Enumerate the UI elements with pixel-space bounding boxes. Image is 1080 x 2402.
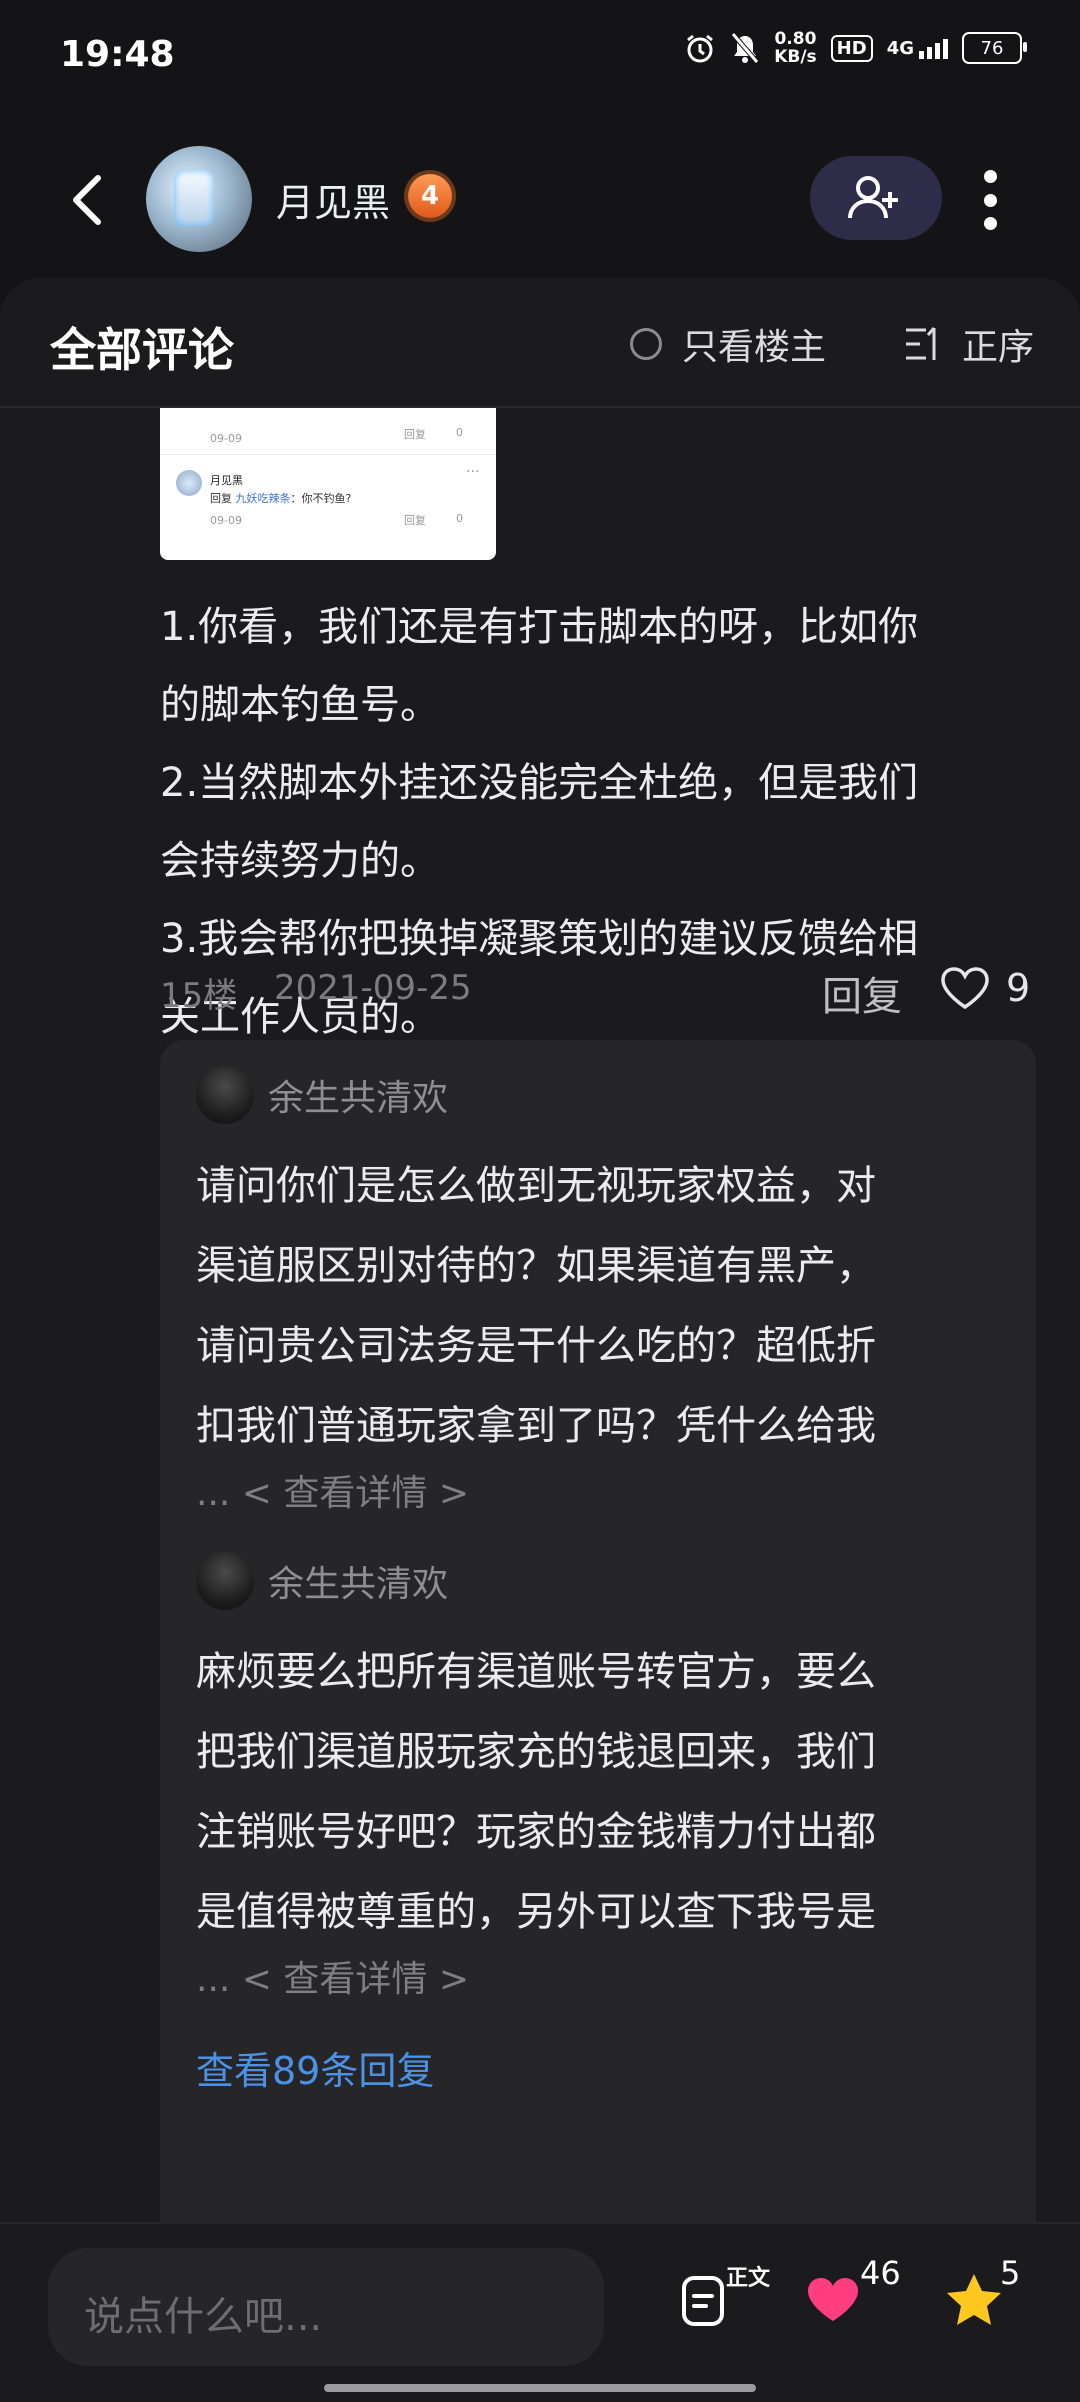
thumb-reply-target: 九妖吃辣条 — [235, 492, 291, 505]
sort-toggle[interactable]: 正序 — [904, 318, 1034, 370]
thumb-reply-2: 回复 — [404, 514, 426, 527]
reply-line: 是值得被尊重的，另外可以查下我号是 — [196, 1889, 876, 1935]
reply-item[interactable]: 余生共清欢 麻烦要么把所有渠道账号转官方，要么 把我们渠道服玩家充的钱退回来，我… — [196, 1548, 1016, 2008]
reply-text: 麻烦要么把所有渠道账号转官方，要么 把我们渠道服玩家充的钱退回来，我们 注销账号… — [196, 1632, 1016, 1952]
reply-line: 麻烦要么把所有渠道账号转官方，要么 — [196, 1649, 876, 1695]
see-detail-link[interactable]: ... < 查看详情 > — [196, 1952, 1016, 2008]
network-speed-unit: KB/s — [774, 47, 817, 67]
thumb-avatar — [176, 470, 202, 496]
comments-title: 全部评论 — [50, 323, 234, 377]
home-indicator[interactable] — [324, 2384, 756, 2392]
author-name[interactable]: 月见黑 — [276, 172, 390, 227]
star-total: 5 — [1000, 2254, 1021, 2292]
comment-line: 2.当然脚本外挂还没能完全杜绝，但是我们 — [160, 760, 919, 806]
reply-line: 渠道服区别对待的？如果渠道有黑产， — [196, 1243, 876, 1289]
post-author-bar: 月见黑 4 — [0, 130, 1080, 270]
comment-input[interactable]: 说点什么吧... — [48, 2248, 604, 2366]
network-speed: 0.80 KB/s — [774, 30, 816, 66]
thumb-reply: 回复 — [404, 428, 426, 441]
reply-line: 把我们渠道服玩家充的钱退回来，我们 — [196, 1729, 876, 1775]
owner-only-radio[interactable] — [630, 328, 662, 360]
network-speed-value: 0.80 — [774, 29, 817, 49]
comment-input-placeholder: 说点什么吧... — [84, 2294, 323, 2340]
thumb-reply-line: 回复 九妖吃辣条：你不钓鱼? — [210, 490, 351, 506]
owner-only-toggle[interactable]: 只看楼主 — [630, 318, 826, 370]
thumb-likes-2: 0 — [456, 512, 463, 525]
reply-button[interactable]: 回复 — [822, 964, 902, 1022]
back-arrow-icon[interactable] — [60, 170, 120, 230]
comment-line: 的脚本钓鱼号。 — [160, 682, 440, 728]
reply-line: 注销账号好吧？玩家的金钱精力付出都 — [196, 1809, 876, 1855]
comment-image[interactable]: 09-09 回复 0 月见黑 ··· 回复 九妖吃辣条：你不钓鱼? 09-09 … — [160, 408, 496, 560]
thumb-likes: 0 — [456, 426, 463, 439]
bottom-action-bar: 说点什么吧... 正文 46 5 — [0, 2222, 1080, 2402]
replies-card: 余生共清欢 请问你们是怎么做到无视玩家权益，对 渠道服区别对待的？如果渠道有黑产… — [160, 1040, 1036, 2298]
alarm-icon — [687, 34, 714, 63]
see-detail-link[interactable]: ... < 查看详情 > — [196, 1466, 1016, 1522]
reply-line: 请问贵公司法务是干什么吃的？超低折 — [196, 1323, 876, 1369]
view-all-replies-link[interactable]: 查看89条回复 — [196, 2040, 434, 2095]
signal-icon: 4G — [887, 38, 948, 59]
status-time: 19:48 — [60, 34, 175, 75]
thumb-name: 月见黑 — [210, 474, 243, 487]
reply-author[interactable]: 余生共清欢 — [268, 1069, 448, 1121]
hd-badge: HD — [830, 34, 873, 62]
avatar[interactable] — [196, 1066, 254, 1124]
reply-author[interactable]: 余生共清欢 — [268, 1555, 448, 1607]
like-count: 9 — [1006, 966, 1031, 1010]
document-label: 正文 — [726, 2266, 771, 2291]
comment-line: 会持续努力的。 — [160, 838, 440, 884]
status-bar: 19:48 0.80 KB/s HD 4G 76 — [0, 0, 1080, 110]
thumb-reply-text: ：你不钓鱼? — [290, 492, 352, 505]
star-icon[interactable] — [946, 2272, 1002, 2326]
network-type: 4G — [886, 37, 914, 59]
comment-date: 2021-09-25 — [274, 968, 472, 1008]
comment-line: 1.你看，我们还是有打击脚本的呀，比如你 — [160, 604, 919, 650]
reply-header: 余生共清欢 — [196, 1548, 1016, 1614]
follow-button[interactable] — [810, 156, 942, 240]
thumb-more-icon: ··· — [466, 464, 480, 480]
reply-header: 余生共清欢 — [196, 1062, 1016, 1128]
thumb-date-2: 09-09 — [210, 514, 242, 527]
battery-indicator: 76 — [962, 32, 1027, 64]
reply-line: 请问你们是怎么做到无视玩家权益，对 — [196, 1163, 876, 1209]
heart-outline-icon — [941, 967, 989, 1010]
comments-list[interactable]: 09-09 回复 0 月见黑 ··· 回复 九妖吃辣条：你不钓鱼? 09-09 … — [0, 408, 1080, 2298]
thumb-date: 09-09 — [210, 432, 242, 445]
avatar[interactable] — [196, 1552, 254, 1610]
like-button[interactable]: 9 — [940, 966, 1030, 1010]
floor-number: 15楼 — [160, 976, 238, 1016]
comments-header: 全部评论 只看楼主 正序 — [0, 278, 1080, 408]
owner-only-label: 只看楼主 — [682, 327, 827, 368]
reply-item[interactable]: 余生共清欢 请问你们是怎么做到无视玩家权益，对 渠道服区别对待的？如果渠道有黑产… — [196, 1062, 1016, 1522]
thumb-reply-prefix: 回复 — [210, 492, 232, 505]
mute-icon — [731, 32, 760, 64]
add-user-icon — [848, 176, 898, 219]
document-icon[interactable] — [678, 2274, 728, 2328]
heart-filled-icon[interactable] — [806, 2276, 860, 2324]
comment-meta: 15楼 2021-09-25 回复 9 — [160, 960, 1040, 1020]
level-badge: 4 — [408, 174, 452, 218]
author-avatar[interactable] — [146, 146, 252, 252]
comments-sheet: 全部评论 只看楼主 正序 09-09 回复 0 月见黑 ··· 回复 九妖吃辣条… — [0, 278, 1080, 2298]
more-vertical-icon[interactable] — [980, 170, 1000, 230]
sort-label: 正序 — [962, 327, 1035, 368]
thumb-divider — [160, 454, 496, 455]
like-total: 46 — [860, 2254, 901, 2292]
reply-text: 请问你们是怎么做到无视玩家权益，对 渠道服区别对待的？如果渠道有黑产， 请问贵公… — [196, 1146, 1016, 1466]
status-icons: 0.80 KB/s HD 4G 76 — [684, 30, 1027, 66]
reply-line: 扣我们普通玩家拿到了吗？凭什么给我 — [196, 1403, 876, 1449]
sort-icon — [906, 327, 936, 360]
